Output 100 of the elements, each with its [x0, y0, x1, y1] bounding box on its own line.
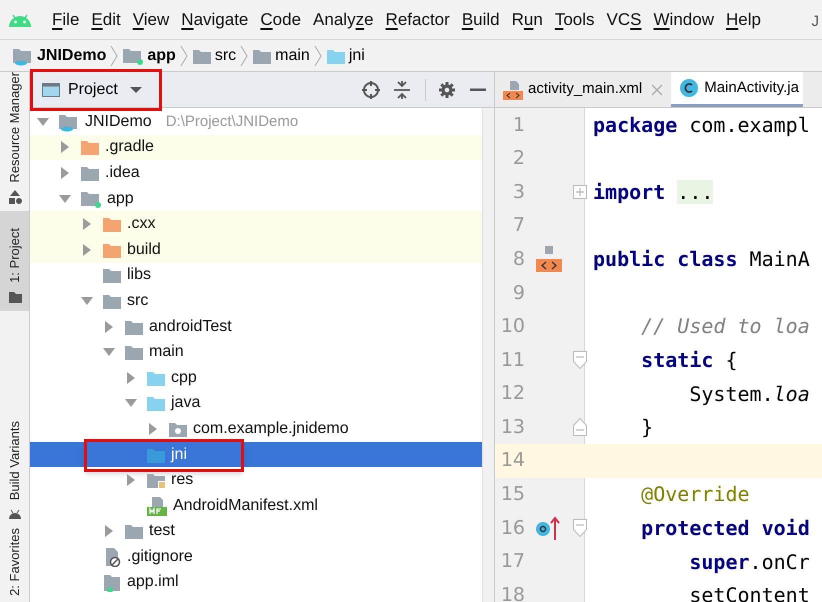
code-line: @Override — [640, 481, 750, 508]
tree-item[interactable]: .idea — [30, 160, 482, 186]
line-number: 3 — [512, 180, 525, 205]
tree-item-label: app — [107, 188, 134, 209]
chevron-icon — [178, 44, 189, 66]
tree-item-label: .gradle — [105, 137, 154, 158]
tool-window-tab[interactable]: 1: Project — [0, 210, 29, 311]
settings-icon[interactable] — [438, 80, 456, 98]
tree-item[interactable]: androidTest — [30, 314, 482, 340]
line-number: 16 — [500, 516, 525, 541]
line-number: 11 — [500, 348, 525, 373]
code-line: protected void — [640, 514, 810, 542]
code-line: super.onCr — [688, 548, 810, 576]
menu-item[interactable]: Window — [648, 6, 720, 32]
folder-icon — [102, 215, 122, 234]
tree-item[interactable]: app.iml — [30, 570, 482, 596]
window-title: J — [812, 12, 819, 32]
line-number: 7 — [512, 213, 525, 238]
menu-item[interactable]: Run — [506, 6, 549, 32]
tree-item-label: src — [127, 290, 148, 311]
breadcrumb-item[interactable]: JNIDemo — [37, 44, 106, 68]
layout-file-icon — [535, 245, 563, 274]
breadcrumb-item[interactable]: main — [275, 44, 310, 68]
folder-icon — [124, 522, 144, 540]
menu-item[interactable]: Edit — [85, 6, 127, 32]
locate-icon[interactable] — [361, 80, 381, 100]
line-number: 9 — [512, 280, 525, 306]
menu-item[interactable]: VCS — [600, 6, 648, 32]
tree-item-label: androidTest — [149, 316, 232, 337]
tree-item[interactable]: com.example.jnidemo — [30, 416, 482, 442]
shapes-icon — [8, 188, 22, 205]
line-number: 1 — [512, 112, 525, 138]
tree-item[interactable]: src — [30, 288, 482, 314]
tree-item[interactable]: build — [30, 236, 482, 263]
line-number: 17 — [500, 549, 525, 574]
menu-item[interactable]: File — [46, 6, 86, 32]
tree-item[interactable]: libs — [30, 262, 482, 288]
code-line: setContent — [688, 582, 810, 602]
tree-item-label: build — [127, 240, 161, 260]
menu-item[interactable]: Tools — [548, 6, 601, 32]
class-icon — [679, 78, 700, 98]
breadcrumb-item[interactable]: src — [214, 44, 236, 68]
line-number: 12 — [500, 381, 525, 406]
tree-item-label: cpp — [171, 368, 197, 388]
tree-item[interactable]: test — [30, 518, 482, 544]
tree-item[interactable]: .gitignore — [30, 544, 482, 570]
editor-tab[interactable]: activity_main.xml — [495, 72, 672, 107]
view-dropdown[interactable]: Project — [36, 76, 148, 102]
code-line: static { — [640, 346, 738, 374]
menu-item[interactable]: View — [126, 6, 176, 32]
line-number: 2 — [512, 146, 525, 172]
tool-window-tab[interactable]: Build Variants — [0, 310, 29, 528]
folder-icon — [146, 394, 166, 412]
tree-item-label: test — [149, 521, 175, 542]
tool-window-tab[interactable]: Resource Manager — [0, 72, 29, 211]
tree-item[interactable]: AndroidManifest.xml — [30, 492, 482, 518]
resource-folder-icon — [146, 471, 166, 490]
chevron-icon — [239, 44, 250, 66]
code-line: public class MainA — [593, 246, 810, 274]
tree-item[interactable]: cpp — [30, 364, 482, 391]
scrollbar[interactable] — [482, 108, 494, 602]
tree-item-label: java — [171, 393, 200, 414]
tree-item[interactable]: java — [30, 390, 482, 416]
tree-item-label: .gitignore — [127, 546, 193, 567]
line-number: 15 — [500, 482, 525, 508]
close-icon[interactable] — [651, 84, 664, 96]
menu-item[interactable]: Build — [456, 6, 506, 32]
minimize-icon[interactable] — [470, 88, 486, 92]
menu-item[interactable]: Help — [720, 6, 767, 32]
code-line: } — [640, 414, 654, 442]
project-path: D:\Project\JNIDemo — [166, 112, 298, 132]
line-number: 10 — [500, 314, 525, 340]
tree-item[interactable]: main — [30, 339, 482, 365]
breadcrumb-item[interactable]: app — [147, 44, 176, 68]
tree-item[interactable]: JNIDemo D:\Project\JNIDemo — [30, 109, 482, 135]
menu-item[interactable]: Refactor — [380, 6, 456, 32]
code-line: import ... — [593, 178, 714, 206]
code-line: // Used to loa — [640, 313, 810, 340]
editor-tab[interactable]: MainActivity.ja — [671, 72, 803, 107]
tree-item-label: main — [149, 342, 184, 362]
breadcrumb-item[interactable]: jni — [348, 44, 365, 68]
tree-item-label: jni — [171, 444, 188, 465]
tree-item[interactable]: .cxx — [30, 211, 482, 237]
menu-item[interactable]: Navigate — [175, 6, 254, 32]
menu-item[interactable]: Code — [254, 6, 308, 32]
collapse-all-icon[interactable] — [393, 80, 411, 100]
window-icon — [42, 82, 60, 98]
tree-item-label: JNIDemo — [85, 112, 152, 132]
tool-window-tab[interactable]: 2: Favorites — [0, 528, 29, 602]
tree-item[interactable]: app — [30, 186, 482, 212]
layout-file-icon — [503, 80, 523, 100]
tree-item-label: .idea — [105, 162, 140, 183]
menu-item[interactable]: Analyze — [307, 6, 380, 32]
fold-expand-icon[interactable] — [573, 184, 587, 199]
tree-item[interactable]: .gradle — [30, 134, 482, 160]
tree-item[interactable]: res — [30, 467, 482, 493]
folder-icon — [124, 343, 144, 362]
tree-item-label: libs — [127, 265, 152, 286]
code-line: package com.exampl — [593, 112, 810, 139]
tree-item-label: res — [171, 470, 194, 490]
